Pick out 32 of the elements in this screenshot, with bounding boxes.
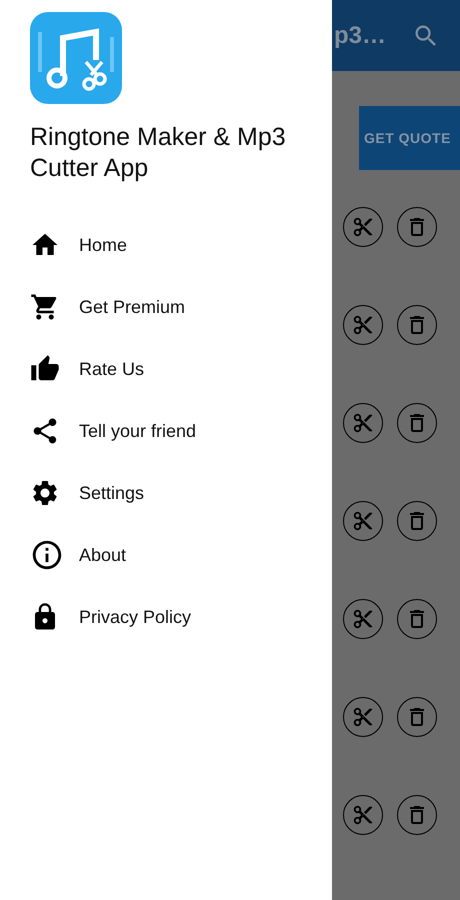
scissors-icon <box>352 804 374 826</box>
scissors-icon <box>352 412 374 434</box>
delete-button[interactable] <box>397 305 437 345</box>
menu-item[interactable]: Privacy Policy <box>79 606 192 628</box>
menu-item[interactable]: Home <box>79 234 128 256</box>
menu-item[interactable]: Tell your friend <box>79 420 196 442</box>
info-icon <box>30 538 64 572</box>
scissors-icon <box>352 706 374 728</box>
delete-button[interactable] <box>397 795 437 835</box>
scissors-icon <box>352 314 374 336</box>
cut-button[interactable] <box>343 207 383 247</box>
delete-button[interactable] <box>397 599 437 639</box>
delete-button[interactable] <box>397 403 437 443</box>
cut-button[interactable] <box>343 599 383 639</box>
menu-item[interactable]: Get Premium <box>79 296 186 318</box>
scissors-icon <box>352 608 374 630</box>
cut-button[interactable] <box>343 403 383 443</box>
app-name: Ringtone Maker & Mp3 Cutter App <box>30 122 287 184</box>
delete-button[interactable] <box>397 207 437 247</box>
cut-button[interactable] <box>343 305 383 345</box>
cut-button[interactable] <box>343 795 383 835</box>
app-logo-icon <box>30 12 122 104</box>
delete-button[interactable] <box>397 697 437 737</box>
cut-button[interactable] <box>343 697 383 737</box>
delete-button[interactable] <box>397 501 437 541</box>
scissors-icon <box>352 216 374 238</box>
menu-item[interactable]: Settings <box>79 482 144 504</box>
screen-title: p3… <box>334 22 386 50</box>
cut-button[interactable] <box>343 501 383 541</box>
scissors-icon <box>352 510 374 532</box>
menu-item[interactable]: Rate Us <box>79 358 144 380</box>
menu-item[interactable]: About <box>79 544 126 566</box>
